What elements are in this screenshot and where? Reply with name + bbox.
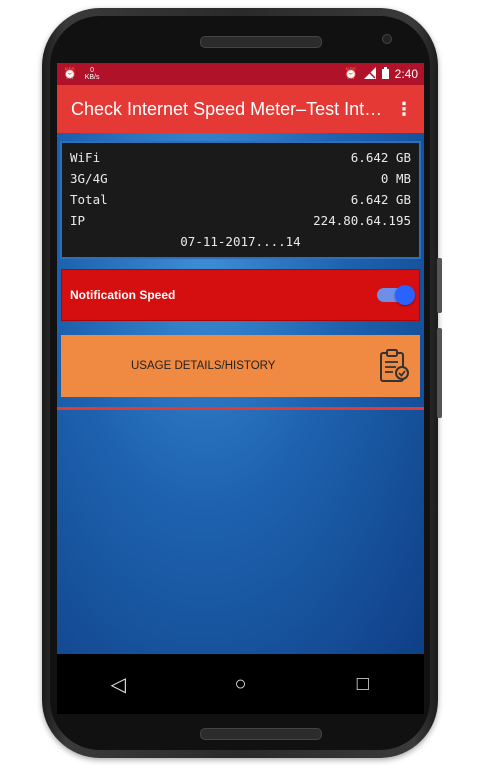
app-title: Check Internet Speed Meter–Test Int… bbox=[71, 98, 383, 119]
divider-line bbox=[57, 407, 424, 410]
stats-date: 07-11-2017....14 bbox=[180, 234, 301, 249]
status-bar: ⏰ 0 KB/s ⏰ 2:40 bbox=[57, 63, 424, 85]
back-icon[interactable]: ◁ bbox=[98, 664, 138, 704]
stat-label: 3G/4G bbox=[70, 171, 108, 186]
notification-speed-toggle[interactable] bbox=[377, 285, 415, 305]
stat-label: WiFi bbox=[70, 150, 101, 165]
navigation-bar: ◁ ○ □ bbox=[57, 654, 424, 714]
main-content: WiFi 6.642 GB 3G/4G 0 MB Total 6.642 GB … bbox=[57, 133, 424, 654]
overflow-menu-icon[interactable]: ⋮ bbox=[394, 99, 414, 120]
toggle-knob bbox=[395, 285, 415, 305]
clipboard-check-icon bbox=[378, 349, 410, 383]
stat-label: Total bbox=[70, 192, 108, 207]
network-speed-icon: 0 KB/s bbox=[84, 67, 100, 81]
bottom-speaker bbox=[200, 728, 322, 740]
notification-speed-row[interactable]: Notification Speed bbox=[61, 269, 420, 321]
stat-value: 0 MB bbox=[380, 171, 411, 186]
notification-speed-label: Notification Speed bbox=[70, 288, 176, 302]
power-button bbox=[437, 328, 442, 418]
home-icon[interactable]: ○ bbox=[220, 664, 260, 704]
signal-icon bbox=[363, 66, 376, 82]
usage-history-button[interactable]: USAGE DETAILS/HISTORY bbox=[61, 335, 420, 397]
recents-icon[interactable]: □ bbox=[343, 664, 383, 704]
front-camera bbox=[382, 34, 392, 44]
alarm-icon: ⏰ bbox=[63, 67, 77, 80]
stat-row-mobile: 3G/4G 0 MB bbox=[70, 168, 411, 189]
battery-icon bbox=[381, 66, 389, 82]
stat-value: 6.642 GB bbox=[350, 150, 411, 165]
stat-row-wifi: WiFi 6.642 GB bbox=[70, 147, 411, 168]
alarm-icon: ⏰ bbox=[343, 67, 358, 80]
usage-history-label: USAGE DETAILS/HISTORY bbox=[131, 360, 276, 372]
data-usage-panel: WiFi 6.642 GB 3G/4G 0 MB Total 6.642 GB … bbox=[60, 141, 421, 259]
netspeed-unit: KB/s bbox=[84, 74, 100, 81]
top-speaker bbox=[200, 36, 322, 48]
stat-label: IP bbox=[70, 213, 86, 228]
volume-button bbox=[437, 258, 442, 313]
stat-value: 6.642 GB bbox=[350, 192, 411, 207]
stat-value: 224.80.64.195 bbox=[313, 213, 411, 228]
device-screen: ⏰ 0 KB/s ⏰ 2:40 Check Internet Speed Mete… bbox=[57, 63, 424, 714]
status-time: 2:40 bbox=[394, 67, 418, 81]
app-bar: Check Internet Speed Meter–Test Int… ⋮ bbox=[57, 85, 424, 133]
stat-row-total: Total 6.642 GB bbox=[70, 189, 411, 210]
stat-row-ip: IP 224.80.64.195 bbox=[70, 210, 411, 231]
